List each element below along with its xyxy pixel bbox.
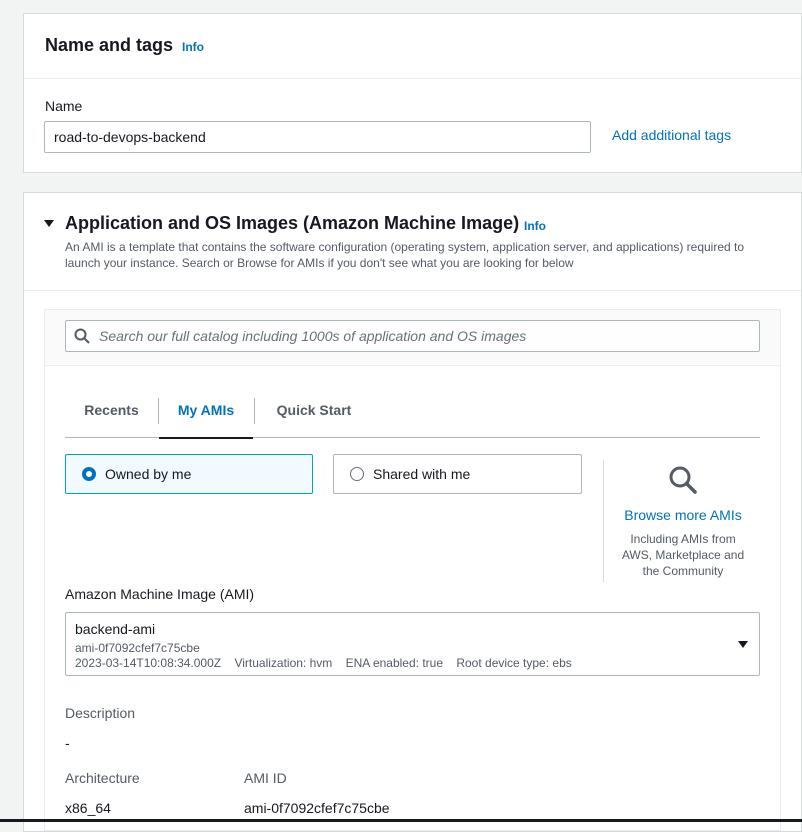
browse-divider xyxy=(603,460,604,582)
description-value: - xyxy=(65,735,70,751)
ami-section-title: Application and OS Images (Amazon Machin… xyxy=(65,213,519,234)
magnifier-icon xyxy=(667,464,699,496)
collapse-caret-icon[interactable] xyxy=(44,220,54,227)
add-additional-tags-link[interactable]: Add additional tags xyxy=(612,127,731,143)
name-and-tags-title: Name and tags xyxy=(45,35,173,56)
ami-metadata: 2023-03-14T10:08:34.000Z Virtualization:… xyxy=(75,656,572,670)
owned-by-me-label: Owned by me xyxy=(105,466,191,482)
architecture-value: x86_64 xyxy=(65,800,111,816)
shared-with-me-label: Shared with me xyxy=(373,466,470,482)
ami-id-subtitle: ami-0f7092cfef7c75cbe xyxy=(75,641,200,655)
search-icon xyxy=(74,328,90,344)
browse-note-line-3: the Community xyxy=(605,563,761,579)
ami-select-dropdown[interactable]: backend-ami ami-0f7092cfef7c75cbe 2023-0… xyxy=(65,612,760,676)
architecture-label: Architecture xyxy=(65,770,140,786)
ami-header: Application and OS Images (Amazon Machin… xyxy=(24,193,801,291)
name-and-tags-panel: Name and tags Info Name road-to-devops-b… xyxy=(23,13,802,173)
name-input[interactable]: road-to-devops-backend xyxy=(44,121,591,153)
browse-more-amis-link[interactable]: Browse more AMIs xyxy=(605,507,761,523)
browse-note: Including AMIs from AWS, Marketplace and… xyxy=(605,531,761,579)
ami-tabs: Recents My AMIs Quick Start xyxy=(65,382,760,438)
tab-quick-start[interactable]: Quick Start xyxy=(255,382,373,438)
browse-note-line-2: AWS, Marketplace and xyxy=(605,547,761,563)
ami-id-value: ami-0f7092cfef7c75cbe xyxy=(244,800,390,816)
name-tags-info-link[interactable]: Info xyxy=(182,40,204,54)
owned-by-me-option[interactable]: Owned by me xyxy=(65,454,313,494)
browse-more-box: Browse more AMIs Including AMIs from AWS… xyxy=(605,460,761,579)
search-placeholder: Search our full catalog including 1000s … xyxy=(99,328,526,344)
ami-selector-container: Search our full catalog including 1000s … xyxy=(44,309,781,831)
name-label: Name xyxy=(45,98,82,114)
name-input-value: road-to-devops-backend xyxy=(54,129,206,145)
ami-panel: Application and OS Images (Amazon Machin… xyxy=(23,192,802,832)
shared-with-me-option[interactable]: Shared with me xyxy=(333,454,582,494)
search-band: Search our full catalog including 1000s … xyxy=(45,310,780,366)
ami-name: backend-ami xyxy=(75,621,155,637)
ami-label: Amazon Machine Image (AMI) xyxy=(65,586,254,602)
tab-my-amis[interactable]: My AMIs xyxy=(159,382,253,439)
name-and-tags-header: Name and tags Info xyxy=(24,14,801,79)
ami-description-line-2: launch your instance. Search or Browse f… xyxy=(65,255,574,271)
ami-id-label: AMI ID xyxy=(244,770,287,786)
owned-by-me-radio[interactable] xyxy=(82,467,96,481)
ami-info-link[interactable]: Info xyxy=(524,219,546,233)
tab-recents[interactable]: Recents xyxy=(65,382,158,438)
ami-search-input[interactable]: Search our full catalog including 1000s … xyxy=(65,320,760,352)
ami-description-line-1: An AMI is a template that contains the s… xyxy=(65,239,744,255)
dropdown-caret-icon xyxy=(738,641,748,648)
description-label: Description xyxy=(65,705,135,721)
browse-note-line-1: Including AMIs from xyxy=(605,531,761,547)
shared-with-me-radio[interactable] xyxy=(350,467,364,481)
